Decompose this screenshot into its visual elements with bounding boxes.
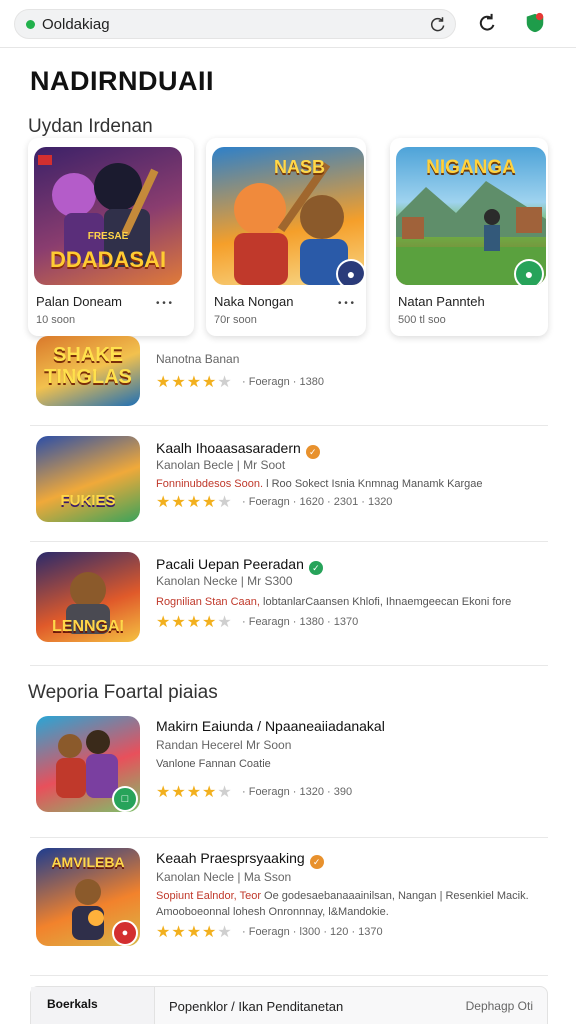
rating-stars: ★★★★★ <box>156 614 233 631</box>
verified-icon: ✓ <box>308 561 323 575</box>
list-item[interactable]: FUKIES Kaalh Ihoaasasaradern ✓ Kanolan Be… <box>30 426 548 542</box>
developer-text: Kanolan Becle | Mr Soot <box>156 458 286 472</box>
more-icon[interactable]: • • • <box>338 298 354 309</box>
more-icon[interactable]: • • • <box>156 298 172 309</box>
art-title: FUKIES <box>60 492 116 509</box>
platform-badge-icon: ● <box>514 259 544 285</box>
section-heading-featured: Uydan Irdenan <box>28 116 153 137</box>
game-description: Vanlone Fannan Coatie <box>156 758 271 770</box>
rating-stars: ★★★★★ <box>156 494 233 511</box>
verified-icon: ✓ <box>305 445 320 459</box>
featured-name: Naka Nongan <box>214 294 294 309</box>
game-thumbnail: FRESAE DDADASAI <box>34 147 182 285</box>
art-title: DDADASAI <box>49 247 167 272</box>
developer-text: Randan Hecerel Mr Soon <box>156 738 292 752</box>
game-meta: · Foeragn · 1620 · 2301 · 1320 <box>242 496 393 508</box>
art-subtitle: FRESAE <box>87 231 129 242</box>
featured-card[interactable]: NASB ● Naka Nongan 70r soon • • • <box>206 138 366 336</box>
bottom-card-title: Popenklor / Ikan Penditanetan <box>169 999 344 1014</box>
platform-badge-icon: ● <box>112 920 138 946</box>
game-title: Makirn Eaiunda / Npaaneaiiadanakal <box>156 718 385 734</box>
game-title: Keaah Praesprsyaaking ✓ <box>156 850 324 869</box>
art-title: SHAKE TINGLAS <box>44 344 132 388</box>
featured-name: Natan Pannteh <box>398 294 485 309</box>
game-title: Kaalh Ihoaasasaradern ✓ <box>156 440 320 459</box>
platform-badge-icon: ● <box>336 259 364 285</box>
page-title: NADIRNDUAII <box>30 66 214 96</box>
game-meta: · Foeragn · l300 · 120 · 1370 <box>242 926 383 938</box>
art-title: NASB <box>274 157 326 177</box>
game-description-line2: Amooboeonnal lohesh Onronnnay, l&Mandoki… <box>156 906 389 918</box>
game-meta: · Foeragn · 1320 · 390 <box>242 786 353 798</box>
featured-sub: 70r soon <box>214 314 257 326</box>
game-title: Pacali Uepan Peeradan ✓ <box>156 556 323 575</box>
rating-stars: ★★★★★ <box>156 784 233 801</box>
featured-name: Palan Doneam <box>36 294 122 309</box>
art-title: NIGANGA <box>426 157 516 178</box>
developer-text: Kanolan Necke | Mr S300 <box>156 574 293 588</box>
list-item[interactable]: AMVILEBA ● Keaah Praesprsyaaking ✓ Kanola… <box>30 838 548 976</box>
list-item[interactable]: SHAKE TINGLAS Nanotna Banan ★★★★★ · Foer… <box>30 336 548 426</box>
bottom-card[interactable]: Boerkals Popenklor / Ikan Penditanetan D… <box>30 986 548 1024</box>
rating-stars: ★★★★★ <box>156 924 233 941</box>
list-item[interactable]: □ Makirn Eaiunda / Npaaneaiiadanakal Ran… <box>30 706 548 838</box>
developer-text: Nanotna Banan <box>156 352 240 366</box>
section-heading-popular: Weporia Foartal piaias <box>28 682 218 703</box>
platform-badge-icon: □ <box>112 786 138 812</box>
featured-sub: 500 tl soo <box>398 314 446 326</box>
game-description: Fonninubdesos Soon. l Roo Sokect Isnia K… <box>156 478 483 490</box>
game-description: Rognilian Stan Caan, lobtanlarCaansen Kh… <box>156 596 512 608</box>
browser-toolbar: Ooldakiag <box>0 0 576 48</box>
verified-icon: ✓ <box>309 855 324 869</box>
game-thumbnail: AMVILEBA ● <box>36 848 140 946</box>
game-thumbnail: LENNGAI <box>36 552 140 642</box>
game-thumbnail: NASB ● <box>212 147 364 285</box>
address-bar[interactable]: Ooldakiag <box>14 9 456 39</box>
game-thumbnail: NIGANGA ● <box>396 147 546 285</box>
refresh-icon[interactable] <box>476 12 498 34</box>
featured-card[interactable]: FRESAE DDADASAI Palan Doneam 10 soon • •… <box>28 138 194 336</box>
game-meta: · Fearagn · 1380 · 1370 <box>242 616 359 628</box>
reload-icon[interactable] <box>429 15 447 33</box>
rating-stars: ★★★★★ <box>156 374 233 391</box>
game-thumbnail: Boerkals <box>31 987 155 1024</box>
game-thumbnail: FUKIES <box>36 436 140 522</box>
art-title: LENNGAI <box>52 618 124 635</box>
game-description: Sopiunt Ealndor, Teor Oe godesaebanaaain… <box>156 890 529 902</box>
list-item[interactable]: LENNGAI Pacali Uepan Peeradan ✓ Kanolan N… <box>30 542 548 666</box>
thumbnail-label: Boerkals <box>47 997 98 1011</box>
secure-indicator-icon <box>26 20 35 29</box>
developer-text: Kanolan Necle | Ma Sson <box>156 870 292 884</box>
game-meta: · Foeragn · 1380 <box>242 376 324 388</box>
game-thumbnail: □ <box>36 716 140 812</box>
extension-shield-icon[interactable] <box>524 12 546 34</box>
game-thumbnail: SHAKE TINGLAS <box>36 336 140 406</box>
featured-sub: 10 soon <box>36 314 76 326</box>
art-title: AMVILEBA <box>51 854 125 870</box>
featured-card[interactable]: NIGANGA ● Natan Pannteh 500 tl soo <box>390 138 548 336</box>
address-text: Ooldakiag <box>42 16 110 33</box>
bottom-card-action[interactable]: Dephagp Oti <box>466 999 533 1013</box>
